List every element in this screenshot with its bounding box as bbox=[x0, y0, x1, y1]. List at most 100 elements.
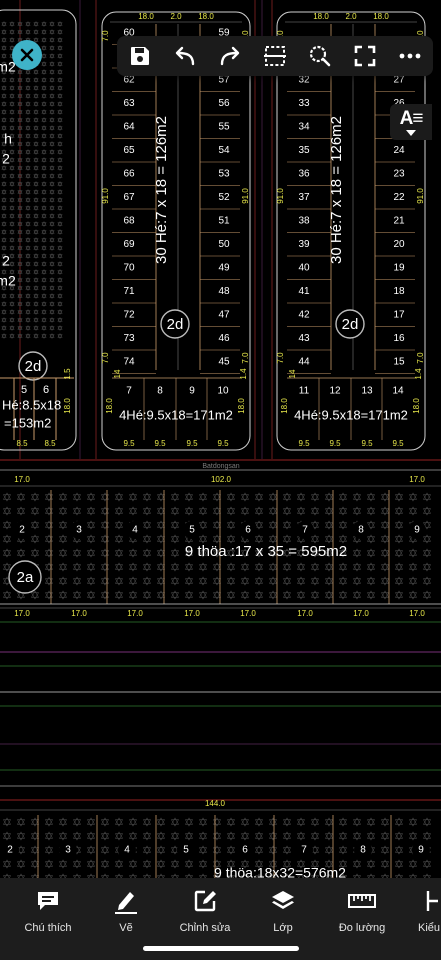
dimension-text: 144.0 bbox=[205, 799, 226, 808]
more-button[interactable] bbox=[392, 38, 428, 74]
dot-pattern bbox=[324, 506, 334, 516]
dot-pattern bbox=[324, 831, 334, 841]
dot-pattern bbox=[408, 576, 418, 586]
lot-number: 20 bbox=[393, 239, 405, 250]
dot-pattern bbox=[324, 590, 334, 600]
bottom-nav-measure[interactable]: Đo lường bbox=[322, 886, 402, 934]
dot-pattern bbox=[282, 492, 292, 502]
dot-pattern bbox=[296, 562, 306, 572]
dot-pattern bbox=[25, 285, 31, 291]
dot-pattern bbox=[33, 229, 39, 235]
dot-pattern bbox=[114, 548, 124, 558]
dot-pattern bbox=[16, 831, 26, 841]
dot-pattern bbox=[394, 506, 404, 516]
dot-pattern bbox=[212, 845, 222, 855]
dot-pattern bbox=[100, 520, 110, 530]
dot-pattern bbox=[394, 845, 404, 855]
block-a-bottom-label: 4Hé:9.5x18=171m2 bbox=[119, 407, 233, 422]
dot-pattern bbox=[86, 534, 96, 544]
dot-pattern bbox=[30, 520, 40, 530]
lot-number: 35 bbox=[298, 145, 310, 156]
dot-pattern bbox=[2, 534, 12, 544]
chevron-down-icon bbox=[406, 130, 416, 136]
dot-pattern bbox=[114, 520, 124, 530]
dot-pattern bbox=[142, 859, 152, 869]
dot-pattern bbox=[49, 261, 55, 267]
dot-pattern bbox=[142, 562, 152, 572]
dot-pattern bbox=[366, 534, 376, 544]
lot-number: 27 bbox=[393, 75, 405, 86]
lot-number: 69 bbox=[123, 239, 135, 250]
dot-pattern bbox=[100, 506, 110, 516]
dimension-text: 9.5 bbox=[186, 439, 198, 448]
crop-button[interactable] bbox=[257, 38, 293, 74]
dot-pattern bbox=[41, 109, 47, 115]
dot-pattern bbox=[184, 562, 194, 572]
lot-number: 23 bbox=[393, 169, 405, 180]
lot-number: 22 bbox=[393, 192, 405, 203]
bottom-nav-style[interactable]: Kiểu bbox=[400, 886, 441, 934]
dot-pattern bbox=[1, 197, 7, 203]
text-style-button[interactable]: A≡ bbox=[390, 104, 432, 140]
dot-pattern bbox=[57, 133, 63, 139]
dot-pattern bbox=[184, 492, 194, 502]
bottom-nav-layers[interactable]: Lớp bbox=[243, 886, 323, 934]
undo-button[interactable] bbox=[167, 38, 203, 74]
layers-icon bbox=[272, 891, 294, 909]
dot-pattern bbox=[198, 492, 208, 502]
bottom-nav-label: Lớp bbox=[273, 922, 293, 934]
dot-pattern bbox=[33, 237, 39, 243]
dot-pattern bbox=[128, 831, 138, 841]
crop-icon bbox=[263, 46, 286, 66]
dot-pattern bbox=[142, 506, 152, 516]
dimension-text: 2.0 bbox=[170, 12, 182, 21]
dot-pattern bbox=[49, 205, 55, 211]
close-button[interactable] bbox=[12, 40, 42, 70]
lot-number: 38 bbox=[298, 216, 310, 227]
dot-pattern bbox=[380, 548, 390, 558]
save-button[interactable] bbox=[122, 38, 158, 74]
zoom-search-button[interactable] bbox=[302, 38, 338, 74]
dot-pattern bbox=[57, 109, 63, 115]
dot-pattern bbox=[58, 506, 68, 516]
bottom-nav-draw[interactable]: Vẽ bbox=[86, 886, 166, 934]
dot-pattern bbox=[114, 590, 124, 600]
dot-pattern bbox=[49, 93, 55, 99]
dot-pattern bbox=[25, 157, 31, 163]
bottom-nav-annotate[interactable]: Chú thích bbox=[8, 886, 88, 934]
dimension-text: 17.0 bbox=[409, 475, 425, 484]
dot-pattern bbox=[422, 817, 432, 827]
lot-number: 56 bbox=[218, 98, 230, 109]
lot-number: 11 bbox=[299, 386, 310, 397]
dot-pattern bbox=[338, 520, 348, 530]
dot-pattern bbox=[33, 77, 39, 83]
lot-number: 12 bbox=[329, 386, 341, 397]
cad-drawing-canvas[interactable]: m2h22m22d5 6Hé:8.5x18=153m21.518.08.5 8.51… bbox=[0, 0, 441, 878]
dot-pattern bbox=[9, 85, 15, 91]
dot-pattern bbox=[33, 253, 39, 259]
dot-pattern bbox=[49, 117, 55, 123]
dot-pattern bbox=[49, 53, 55, 59]
dot-pattern bbox=[58, 492, 68, 502]
dot-pattern bbox=[170, 492, 180, 502]
dot-pattern bbox=[142, 548, 152, 558]
dot-pattern bbox=[57, 237, 63, 243]
dot-pattern bbox=[184, 506, 194, 516]
bottom-nav-edit[interactable]: Chỉnh sửa bbox=[165, 886, 245, 934]
dot-pattern bbox=[282, 590, 292, 600]
lot-number: 9 bbox=[418, 845, 424, 856]
dot-pattern bbox=[25, 101, 31, 107]
dot-pattern bbox=[2, 548, 12, 558]
dot-pattern bbox=[41, 229, 47, 235]
dot-pattern bbox=[9, 309, 15, 315]
dot-pattern bbox=[57, 125, 63, 131]
dot-pattern bbox=[57, 53, 63, 59]
dimension-text: 18.0 bbox=[63, 398, 72, 414]
dot-pattern bbox=[114, 562, 124, 572]
redo-button[interactable] bbox=[212, 38, 248, 74]
dot-pattern bbox=[100, 845, 110, 855]
dot-pattern bbox=[33, 101, 39, 107]
dot-pattern bbox=[72, 590, 82, 600]
dot-pattern bbox=[25, 77, 31, 83]
fullscreen-button[interactable] bbox=[347, 38, 383, 74]
